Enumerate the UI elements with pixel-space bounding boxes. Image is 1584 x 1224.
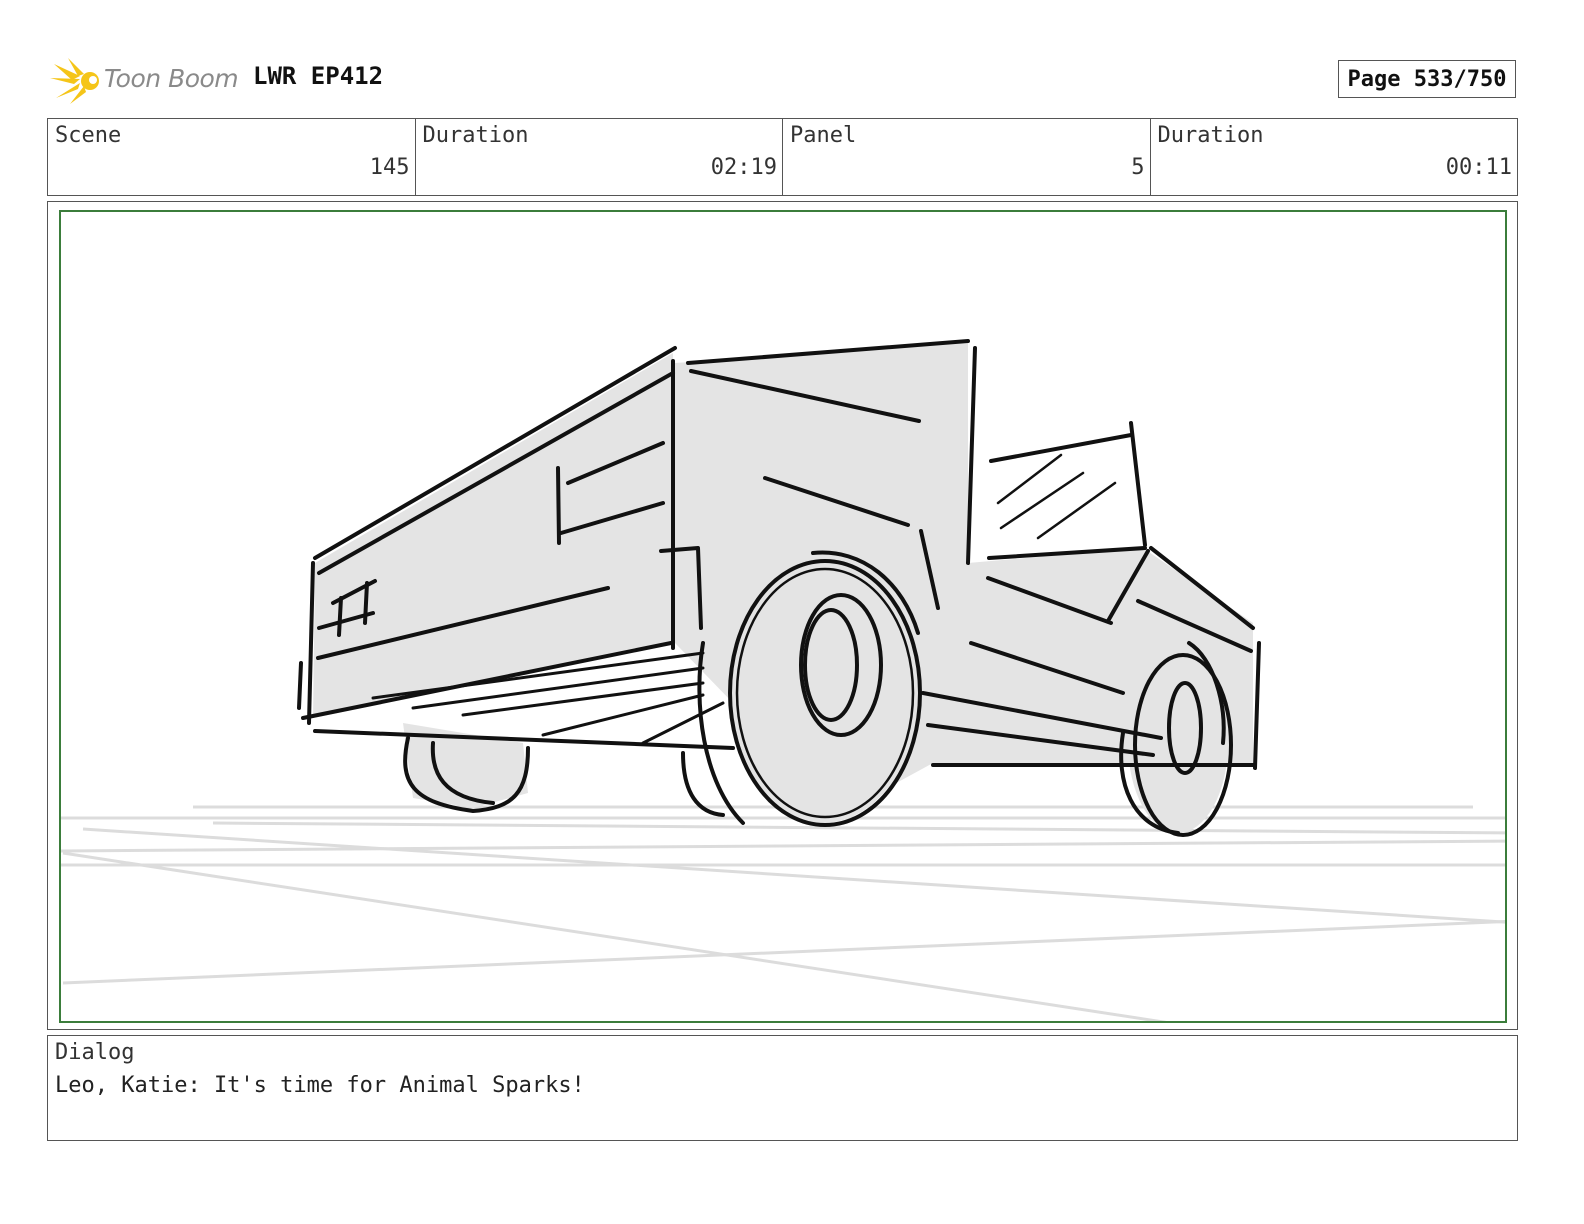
panel-frame	[47, 201, 1518, 1030]
scene-value: 145	[369, 155, 410, 180]
scene-cell: Scene 145	[48, 119, 416, 195]
scene-info-bar: Scene 145 Duration 02:19 Panel 5 Duratio…	[47, 118, 1518, 196]
panel-value: 5	[1131, 155, 1145, 180]
panel-label: Panel	[790, 123, 857, 148]
panel-duration-cell: Duration 00:11	[1151, 119, 1518, 195]
dialog-label: Dialog	[55, 1040, 135, 1065]
project-title: LWR EP412	[253, 62, 384, 90]
page-indicator: Page 533/750	[1338, 60, 1516, 98]
logo-wordmark: Toon Boom	[104, 64, 239, 93]
dialog-box: Dialog Leo, Katie: It's time for Animal …	[47, 1035, 1518, 1141]
truck-sketch-image	[61, 339, 1505, 1021]
scene-label: Scene	[55, 123, 122, 148]
scene-duration-cell: Duration 02:19	[416, 119, 783, 195]
panel-duration-label: Duration	[1157, 123, 1264, 148]
dialog-text: Leo, Katie: It's time for Animal Sparks!	[55, 1073, 585, 1098]
panel-cell: Panel 5	[783, 119, 1151, 195]
scene-duration-label: Duration	[422, 123, 529, 148]
scene-duration-value: 02:19	[710, 155, 777, 180]
panel-duration-value: 00:11	[1445, 155, 1512, 180]
panel-image-area	[59, 210, 1507, 1023]
